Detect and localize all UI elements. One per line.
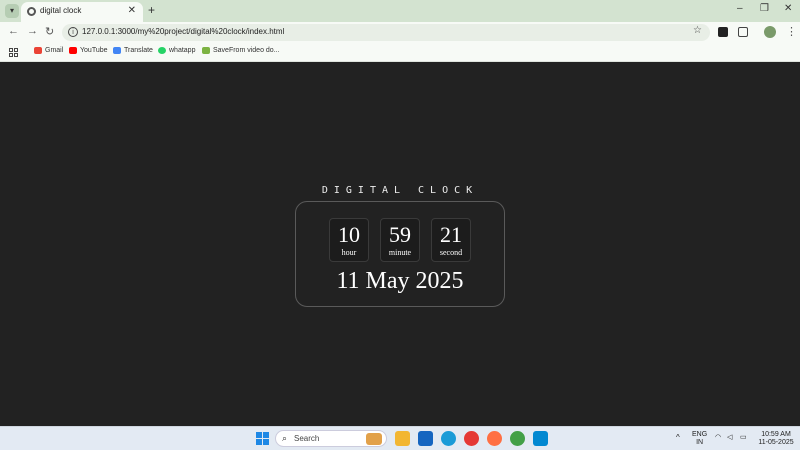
second-label: second [439, 248, 463, 257]
tab-close-icon[interactable]: ✕ [128, 5, 136, 16]
microsoft-store-icon[interactable] [418, 431, 433, 446]
translate-icon [113, 47, 121, 54]
chrome-icon[interactable] [464, 431, 479, 446]
bookmark-label: SaveFrom video do... [213, 47, 280, 54]
clock-date: 11 May 2025 [336, 268, 464, 294]
lang-top: ENG [692, 431, 708, 438]
battery-icon[interactable]: ▭ [740, 434, 747, 442]
search-icon: ⌕ [282, 433, 288, 443]
menu-icon[interactable]: ⋮ [786, 25, 797, 38]
bookmark-label: Translate [124, 47, 153, 54]
clock-container: 10 hour 59 minute 21 second 11 May 2025 [295, 201, 505, 307]
volume-icon[interactable]: ◁ [727, 434, 732, 442]
search-highlight-icon [366, 433, 382, 445]
search-placeholder: Search [294, 434, 320, 443]
bookmark-label: Gmail [45, 47, 64, 54]
windows-start-icon[interactable] [256, 432, 269, 445]
clock-title: DIGITAL CLOCK [321, 185, 479, 196]
reload-icon[interactable]: ↻ [45, 25, 54, 38]
edge-icon[interactable] [441, 431, 456, 446]
file-explorer-icon[interactable] [395, 431, 410, 446]
language-indicator[interactable]: ENG IN [692, 431, 707, 447]
tab-search-dropdown-icon[interactable]: ▾ [5, 4, 19, 18]
bookmark-whatsapp[interactable]: whatapp [158, 47, 195, 54]
bookmark-youtube[interactable]: YouTube [69, 47, 108, 54]
apps-grid-icon[interactable] [9, 48, 18, 57]
minimize-icon[interactable]: – [737, 3, 743, 14]
browser-toolbar: ← → ↻ i 127.0.0.1:3000/my%20project/digi… [0, 22, 800, 43]
whatsapp-icon [158, 47, 166, 54]
browser-tab-strip: ▾ digital clock ✕ + – ❐ ✕ [0, 0, 800, 22]
minute-value: 59 [389, 222, 411, 247]
vscode-icon[interactable] [533, 431, 548, 446]
address-bar[interactable]: i 127.0.0.1:3000/my%20project/digital%20… [62, 24, 710, 41]
hour-label: hour [341, 248, 357, 257]
gmail-icon [34, 47, 42, 54]
second-box: 21 second [431, 218, 471, 262]
forward-icon[interactable]: → [27, 25, 38, 37]
site-info-icon[interactable]: i [68, 27, 78, 37]
profile-avatar[interactable] [764, 26, 776, 38]
bookmark-gmail[interactable]: Gmail [34, 47, 63, 54]
hour-box: 10 hour [329, 218, 369, 262]
bookmark-star-icon[interactable]: ☆ [693, 25, 702, 36]
new-tab-icon[interactable]: + [148, 3, 155, 17]
taskbar-search-box[interactable]: ⌕ Search [275, 430, 387, 447]
bookmark-label: YouTube [80, 47, 108, 54]
wifi-icon[interactable]: ◠ [715, 434, 721, 442]
clock-date-tray[interactable]: 10:59 AM 11-05-2025 [756, 431, 796, 447]
tray-overflow-icon[interactable]: ^ [676, 434, 680, 442]
chrome-active-icon[interactable] [510, 431, 525, 446]
extension-icon[interactable] [718, 27, 728, 37]
bookmark-translate[interactable]: Translate [113, 47, 153, 54]
tray-date: 11-05-2025 [758, 439, 794, 446]
extensions-puzzle-icon[interactable] [738, 27, 748, 37]
restore-icon[interactable]: ❐ [760, 3, 769, 14]
tray-time: 10:59 AM [761, 431, 791, 438]
tab-title: digital clock [40, 6, 82, 15]
minute-label: minute [388, 248, 412, 257]
firefox-icon[interactable] [487, 431, 502, 446]
close-window-icon[interactable]: ✕ [784, 3, 792, 14]
hour-value: 10 [338, 222, 360, 247]
youtube-icon [69, 47, 77, 54]
bookmark-savefrom[interactable]: SaveFrom video do... [202, 47, 280, 54]
lang-bottom: IN [696, 439, 704, 446]
tab-favicon-icon [27, 7, 36, 16]
back-icon[interactable]: ← [8, 25, 19, 37]
savefrom-icon [202, 47, 210, 54]
second-value: 21 [440, 222, 462, 247]
windows-taskbar: ⌕ Search ^ ENG IN ◠ ◁ ▭ 10:59 AM 11-05-2… [0, 426, 800, 450]
bookmark-label: whatapp [169, 47, 196, 54]
url-text: 127.0.0.1:3000/my%20project/digital%20cl… [82, 27, 285, 36]
bookmarks-bar: Gmail YouTube Translate whatapp SaveFrom… [0, 43, 800, 62]
tab-digital-clock[interactable]: digital clock ✕ [21, 2, 143, 22]
minute-box: 59 minute [380, 218, 420, 262]
